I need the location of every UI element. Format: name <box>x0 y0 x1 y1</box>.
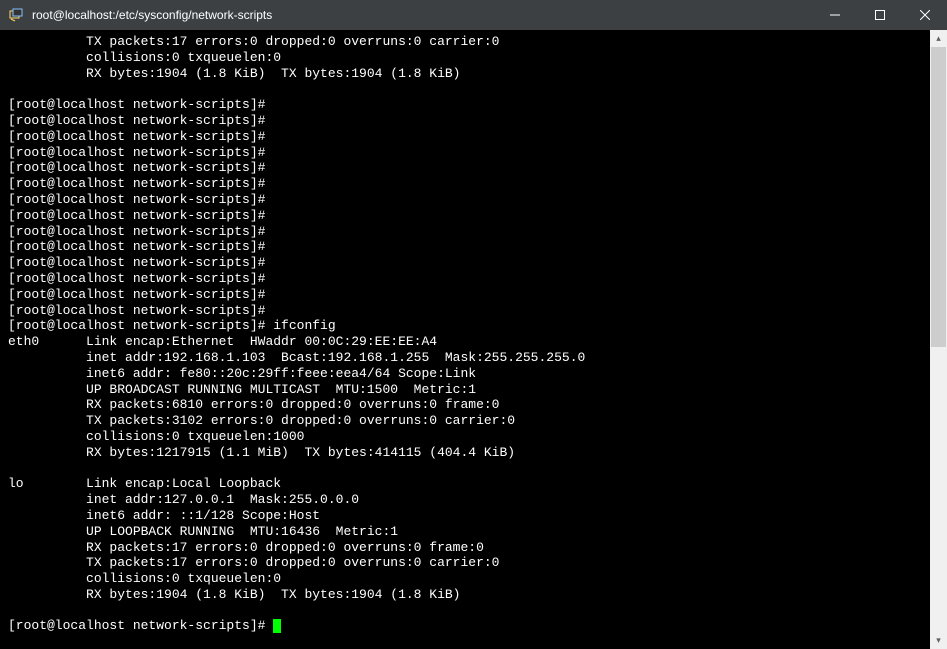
scrollbar-thumb[interactable] <box>931 47 946 347</box>
vertical-scrollbar[interactable]: ▴ ▾ <box>930 30 947 649</box>
terminal-line: [root@localhost network-scripts]# <box>8 303 930 319</box>
close-button[interactable] <box>902 0 947 30</box>
terminal-line: [root@localhost network-scripts]# <box>8 287 930 303</box>
terminal-line: [root@localhost network-scripts]# <box>8 176 930 192</box>
content-area: TX packets:17 errors:0 dropped:0 overrun… <box>0 30 947 649</box>
terminal-line: [root@localhost network-scripts]# <box>8 271 930 287</box>
terminal-line <box>8 81 930 97</box>
terminal-line: RX bytes:1904 (1.8 KiB) TX bytes:1904 (1… <box>8 66 930 82</box>
terminal-line: collisions:0 txqueuelen:1000 <box>8 429 930 445</box>
terminal-prompt[interactable]: [root@localhost network-scripts]# <box>8 618 930 634</box>
terminal-line: collisions:0 txqueuelen:0 <box>8 50 930 66</box>
terminal-line: eth0 Link encap:Ethernet HWaddr 00:0C:29… <box>8 334 930 350</box>
terminal-line: RX bytes:1217915 (1.1 MiB) TX bytes:4141… <box>8 445 930 461</box>
terminal-window: root@localhost:/etc/sysconfig/network-sc… <box>0 0 947 649</box>
minimize-button[interactable] <box>812 0 857 30</box>
terminal-line: [root@localhost network-scripts]# <box>8 255 930 271</box>
terminal-line: [root@localhost network-scripts]# <box>8 239 930 255</box>
cursor <box>273 619 281 633</box>
prompt-text: [root@localhost network-scripts]# <box>8 618 273 633</box>
terminal-line: inet addr:192.168.1.103 Bcast:192.168.1.… <box>8 350 930 366</box>
terminal-line: [root@localhost network-scripts]# <box>8 145 930 161</box>
terminal-line: inet6 addr: ::1/128 Scope:Host <box>8 508 930 524</box>
window-controls <box>812 0 947 30</box>
terminal-line: [root@localhost network-scripts]# <box>8 208 930 224</box>
terminal-line: inet addr:127.0.0.1 Mask:255.0.0.0 <box>8 492 930 508</box>
terminal-line: lo Link encap:Local Loopback <box>8 476 930 492</box>
terminal-line <box>8 603 930 619</box>
terminal-line: [root@localhost network-scripts]# <box>8 113 930 129</box>
scroll-up-arrow[interactable]: ▴ <box>930 30 947 47</box>
minimize-icon <box>830 10 840 20</box>
terminal-line <box>8 461 930 477</box>
terminal-line: inet6 addr: fe80::20c:29ff:feee:eea4/64 … <box>8 366 930 382</box>
terminal-line: collisions:0 txqueuelen:0 <box>8 571 930 587</box>
terminal-line: [root@localhost network-scripts]# <box>8 129 930 145</box>
scroll-down-arrow[interactable]: ▾ <box>930 632 947 649</box>
window-title: root@localhost:/etc/sysconfig/network-sc… <box>30 8 812 22</box>
terminal-line: UP LOOPBACK RUNNING MTU:16436 Metric:1 <box>8 524 930 540</box>
terminal-line: [root@localhost network-scripts]# <box>8 97 930 113</box>
terminal-line: RX packets:6810 errors:0 dropped:0 overr… <box>8 397 930 413</box>
maximize-icon <box>875 10 885 20</box>
terminal-line: TX packets:17 errors:0 dropped:0 overrun… <box>8 555 930 571</box>
terminal-line: [root@localhost network-scripts]# <box>8 192 930 208</box>
app-icon <box>8 7 24 23</box>
terminal-line: UP BROADCAST RUNNING MULTICAST MTU:1500 … <box>8 382 930 398</box>
terminal-line: TX packets:3102 errors:0 dropped:0 overr… <box>8 413 930 429</box>
terminal-output[interactable]: TX packets:17 errors:0 dropped:0 overrun… <box>0 30 930 649</box>
close-icon <box>920 10 930 20</box>
terminal-line: TX packets:17 errors:0 dropped:0 overrun… <box>8 34 930 50</box>
terminal-line: [root@localhost network-scripts]# ifconf… <box>8 318 930 334</box>
terminal-line: [root@localhost network-scripts]# <box>8 160 930 176</box>
terminal-line: [root@localhost network-scripts]# <box>8 224 930 240</box>
terminal-line: RX packets:17 errors:0 dropped:0 overrun… <box>8 540 930 556</box>
terminal-line: RX bytes:1904 (1.8 KiB) TX bytes:1904 (1… <box>8 587 930 603</box>
titlebar[interactable]: root@localhost:/etc/sysconfig/network-sc… <box>0 0 947 30</box>
maximize-button[interactable] <box>857 0 902 30</box>
